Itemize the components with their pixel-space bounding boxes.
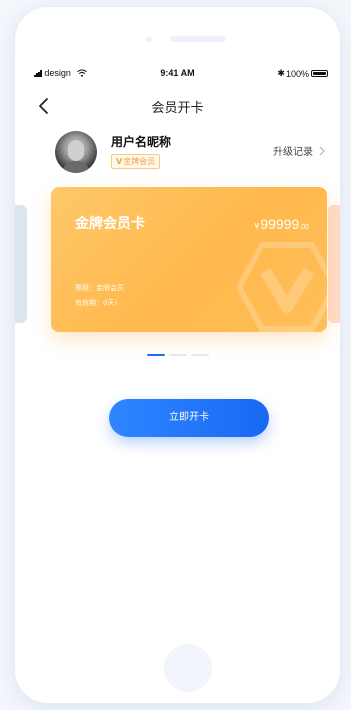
chevron-right-icon — [319, 146, 325, 155]
avatar-body — [61, 161, 91, 173]
card-title: 金牌会员卡 — [75, 216, 145, 232]
previous-card-peek[interactable] — [15, 205, 27, 323]
speaker-bar — [170, 36, 226, 42]
carousel-dot-1[interactable] — [146, 354, 165, 356]
v-logo-watermark-icon — [237, 242, 327, 332]
member-level-badge: V 金牌会员 — [111, 154, 161, 169]
upgrade-history-link[interactable]: 升级记录 — [273, 143, 325, 158]
carousel-dot-3[interactable] — [190, 354, 209, 356]
card-validity: 有效期：0天) — [75, 299, 118, 307]
user-nickname: 用户名昵称 — [111, 135, 172, 149]
price-amount: 99999 — [260, 216, 300, 232]
price-decimal: .00 — [299, 224, 309, 231]
phone-frame: design 9:41 AM ✱ 100% 会员开卡 用户名昵称 V 金牌会员 — [14, 6, 341, 704]
camera-dot — [146, 36, 152, 42]
home-button[interactable] — [164, 644, 212, 692]
status-right: ✱ 100% — [277, 68, 328, 79]
carousel-indicator — [15, 354, 340, 356]
bluetooth-icon: ✱ — [277, 68, 285, 78]
user-info-row: 用户名昵称 V 金牌会员 升级记录 — [55, 129, 325, 175]
next-card-peek[interactable] — [328, 205, 340, 323]
gold-member-card[interactable]: 金牌会员卡 ¥ 99999 .00 等级：金牌会员 有效期：0天) — [51, 187, 327, 332]
open-card-button[interactable]: 立即开卡 — [109, 399, 269, 437]
page-title: 会员开卡 — [151, 101, 204, 116]
status-bar: design 9:41 AM ✱ 100% — [15, 67, 340, 81]
card-price: ¥ 99999 .00 — [254, 216, 309, 232]
member-badge-label: 金牌会员 — [123, 157, 156, 166]
upgrade-history-label: 升级记录 — [273, 147, 313, 158]
avatar[interactable] — [55, 131, 97, 173]
avatar-face — [68, 140, 84, 161]
currency-symbol: ¥ — [254, 222, 260, 231]
battery-percent: 100% — [285, 68, 309, 79]
carousel-dot-2[interactable] — [168, 354, 187, 356]
v-badge-icon: V — [116, 157, 123, 166]
card-level: 等级：金牌会员 — [75, 284, 124, 292]
navigation-bar: 会员开卡 — [15, 91, 340, 121]
battery-icon — [311, 70, 328, 77]
